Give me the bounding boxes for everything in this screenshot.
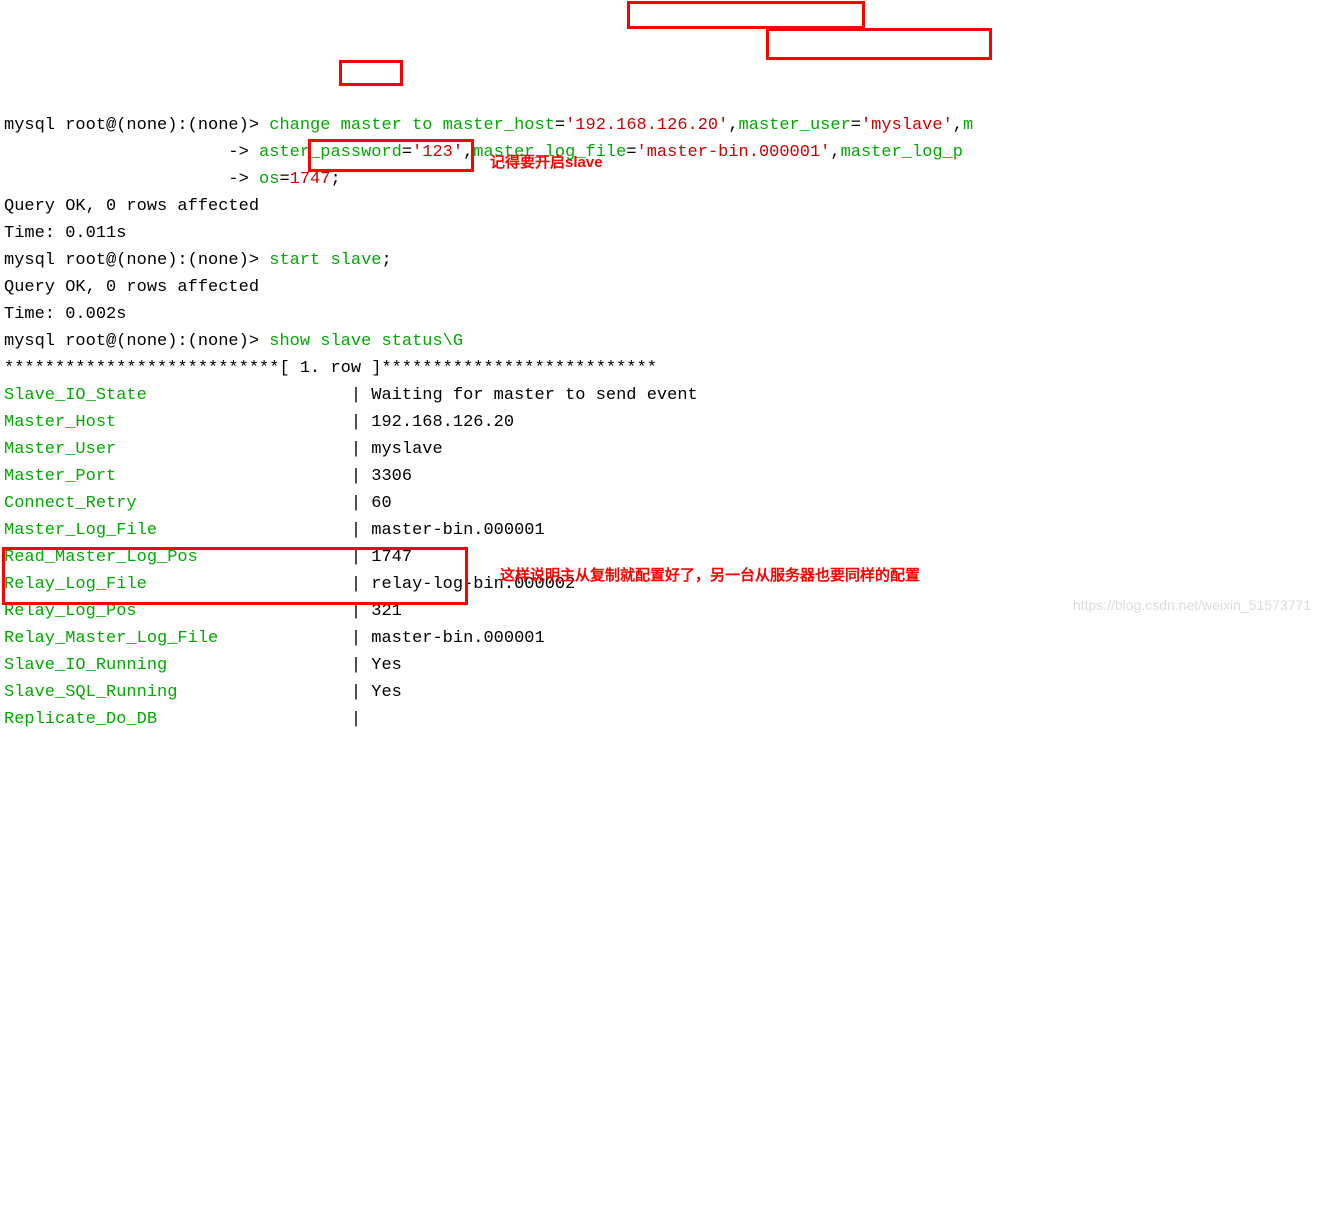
watermark: https://blog.csdn.net/weixin_51573771 — [1073, 592, 1311, 619]
highlight-master-log-file — [766, 28, 992, 60]
highlight-master-host — [627, 1, 865, 29]
highlight-log-pos — [339, 60, 403, 86]
highlight-slave-running — [2, 547, 468, 605]
highlight-start-slave — [308, 139, 474, 172]
annotation-start-slave: 记得要开启slave — [490, 149, 603, 176]
terminal-output: mysql root@(none):(none)> change master … — [4, 112, 1319, 733]
annotation-replication-done: 这样说明主从复制就配置好了，另一台从服务器也要同样的配置 — [500, 562, 920, 589]
